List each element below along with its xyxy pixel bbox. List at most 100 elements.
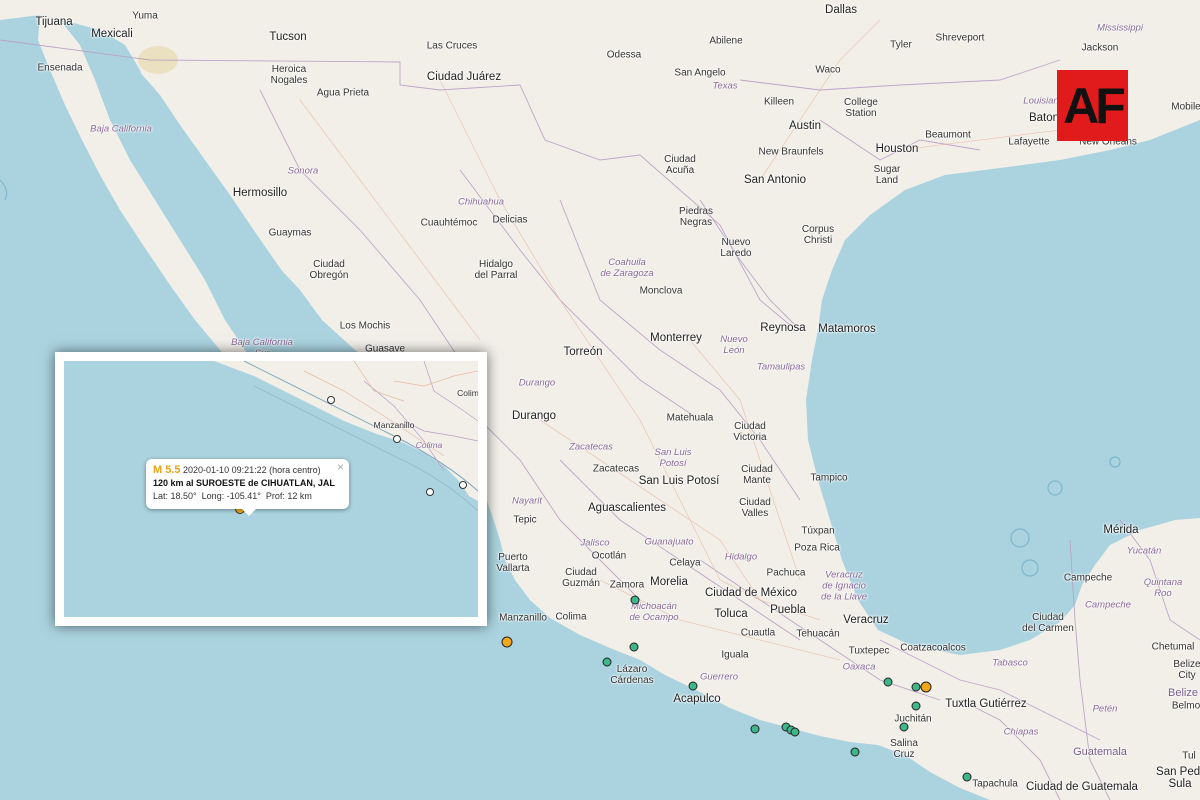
label-waco: Waco — [815, 64, 841, 76]
label-durango-state: Durango — [518, 377, 556, 389]
label-guanajuato: Guanajuato — [644, 536, 694, 548]
popup-datetime: 2020-01-10 09:21:22 (hora centro) — [183, 465, 321, 475]
inset-quake-marker[interactable] — [393, 435, 401, 443]
quake-marker[interactable] — [602, 657, 612, 667]
label-cuautla: Cuautla — [740, 627, 776, 639]
label-yuma: Yuma — [132, 10, 158, 22]
popup-header-row: M 5.5 2020-01-10 09:21:22 (hora centro) — [153, 464, 342, 477]
quake-marker[interactable] — [630, 595, 640, 605]
label-nayarit: Nayarit — [511, 495, 543, 507]
popup-long: -105.41° — [226, 491, 261, 501]
af-logo-text: AF — [1063, 77, 1126, 134]
label-poza-rica: Poza Rica — [794, 542, 840, 554]
label-lafayette: Lafayette — [1008, 136, 1050, 148]
label-ciudad-del-carmen: Ciudad del Carmen — [1022, 612, 1074, 634]
label-tijuana: Tijuana — [35, 16, 73, 28]
label-ocotlan: Ocotlán — [591, 550, 627, 562]
label-san-antonio: San Antonio — [743, 174, 807, 186]
label-acapulco: Acapulco — [673, 693, 721, 705]
label-salina-cruz: Salina Cruz — [890, 738, 918, 760]
label-baton: Baton — [1028, 112, 1060, 124]
label-belmopan: Belmo — [1171, 700, 1200, 712]
map-stage[interactable]: Tijuana Yuma Mexicali Ensenada Tucson He… — [0, 0, 1200, 800]
label-san-pedro-sula: San Pedr Sula — [1156, 766, 1200, 790]
inset-map-frame: Manzanillo Colima Colim × M 5.5 2020-01-… — [55, 352, 487, 626]
inset-label-manzanillo: Manzanillo — [373, 420, 415, 430]
label-zamora: Zamora — [609, 579, 645, 591]
label-piedras-negras: Piedras Negras — [679, 206, 713, 228]
quake-marker[interactable] — [962, 772, 972, 782]
label-cuauhtemoc: Cuauhtémoc — [420, 217, 478, 229]
quake-marker[interactable] — [911, 682, 921, 692]
label-quintana-roo: Quintana Roo — [1143, 577, 1183, 599]
quake-marker[interactable] — [790, 727, 800, 737]
label-ciudad-victoria: Ciudad Victoria — [733, 421, 767, 443]
label-puerto-vallarta: Puerto Vallarta — [496, 552, 530, 574]
label-san-luis-potosi: San Luis Potosí — [638, 475, 720, 487]
label-tamaulipas: Tamaulipas — [756, 361, 806, 373]
label-odessa: Odessa — [606, 49, 642, 61]
label-hidalgo-del-parral: Hidalgo del Parral — [474, 259, 518, 281]
label-tampico: Tampico — [810, 472, 848, 484]
inset-map[interactable]: Manzanillo Colima Colim × M 5.5 2020-01-… — [64, 361, 478, 617]
label-dallas: Dallas — [825, 4, 857, 16]
label-mexicali: Mexicali — [91, 28, 133, 40]
label-reynosa: Reynosa — [760, 322, 806, 334]
label-belize-city: Belize City — [1173, 659, 1200, 681]
quake-marker[interactable] — [629, 642, 639, 652]
quake-marker[interactable] — [750, 724, 760, 734]
label-shreveport: Shreveport — [935, 32, 985, 44]
label-tula-partial: Tul — [1182, 750, 1196, 762]
label-durango: Durango — [511, 410, 557, 422]
label-monterrey: Monterrey — [650, 332, 702, 344]
popup-depth: 12 km — [287, 491, 312, 501]
label-veracruz: Veracruz — [843, 614, 889, 626]
quake-info-popup: × M 5.5 2020-01-10 09:21:22 (hora centro… — [146, 459, 349, 516]
inset-quake-marker[interactable] — [426, 488, 434, 496]
label-morelia: Morelia — [650, 576, 688, 588]
label-chiapas: Chiapas — [1003, 726, 1039, 738]
label-san-luis-potosi-state: San Luis Potosí — [654, 447, 692, 469]
inset-quake-marker[interactable] — [459, 481, 467, 489]
popup-lat-label: Lat: — [153, 491, 169, 501]
quake-marker[interactable] — [899, 722, 909, 732]
label-ciudad-juarez: Ciudad Juárez — [426, 71, 502, 83]
label-chihuahua: Chihuahua — [458, 196, 504, 208]
label-merida: Mérida — [1103, 524, 1139, 536]
label-guatemala: Guatemala — [1073, 746, 1127, 758]
label-monclova: Monclova — [639, 285, 683, 297]
popup-depth-label: Prof: — [265, 491, 285, 501]
label-lazaro-cardenas: Lázaro Cárdenas — [610, 664, 654, 686]
label-campeche-city: Campeche — [1063, 572, 1113, 584]
quake-marker[interactable] — [688, 681, 698, 691]
label-yucatan: Yucatán — [1126, 545, 1162, 557]
quake-marker[interactable] — [850, 747, 860, 757]
quake-marker[interactable] — [883, 677, 893, 687]
label-tuxtepec: Tuxtepec — [848, 645, 890, 657]
label-los-mochis: Los Mochis — [339, 320, 391, 332]
popup-coordinates-row: Lat: 18.50° Long: -105.41° Prof: 12 km — [153, 490, 342, 503]
label-campeche-state: Campeche — [1085, 599, 1131, 611]
inset-quake-marker[interactable] — [327, 396, 335, 404]
label-san-angelo: San Angelo — [674, 67, 726, 79]
af-logo: AF — [1057, 70, 1128, 141]
label-zacatecas: Zacatecas — [592, 463, 640, 475]
label-toluca: Toluca — [714, 608, 748, 620]
label-beaumont: Beaumont — [925, 129, 971, 141]
label-zacatecas-state: Zacatecas — [569, 441, 613, 453]
label-ciudad-valles: Ciudad Valles — [739, 497, 771, 519]
label-delicias: Delicias — [492, 214, 528, 226]
label-guaymas: Guaymas — [268, 227, 312, 239]
label-manzanillo: Manzanillo — [499, 612, 547, 624]
label-veracruz-state: Veracruz de Ignacio de la Llave — [821, 569, 867, 603]
label-sugar-land: Sugar Land — [873, 164, 901, 186]
quake-marker-main[interactable] — [501, 636, 513, 648]
label-michoacan: Michoacán de Ocampo — [629, 601, 679, 623]
label-louisiana: Louisian — [1023, 95, 1059, 107]
popup-close-button[interactable]: × — [337, 460, 344, 474]
label-corpus-christi: Corpus Christi — [801, 224, 835, 246]
label-belize: Belize — [1168, 687, 1198, 699]
quake-marker[interactable] — [911, 701, 921, 711]
quake-marker-orange[interactable] — [920, 681, 932, 693]
label-austin: Austin — [789, 120, 821, 132]
